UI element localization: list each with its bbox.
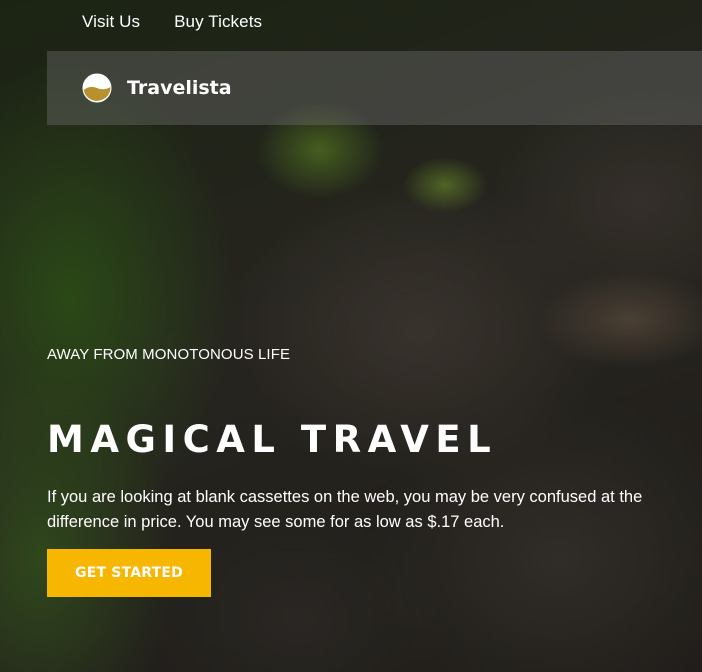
hero-description: If you are looking at blank cassettes on… (47, 488, 643, 531)
get-started-button[interactable]: GET STARTED (47, 549, 211, 597)
brand-name[interactable]: Travelista (127, 77, 232, 99)
hero-title: MAGICAL TRAVEL (47, 418, 498, 461)
sun-desert-icon (82, 73, 112, 103)
nav-link-visit-us[interactable]: Visit Us (82, 12, 140, 32)
top-nav: Visit Us Buy Tickets (0, 0, 262, 44)
nav-link-buy-tickets[interactable]: Buy Tickets (174, 12, 262, 32)
brand-bar: Travelista (47, 51, 702, 125)
brand-logo-icon[interactable] (82, 73, 112, 103)
hero-eyebrow: AWAY FROM MONOTONOUS LIFE (47, 346, 291, 363)
